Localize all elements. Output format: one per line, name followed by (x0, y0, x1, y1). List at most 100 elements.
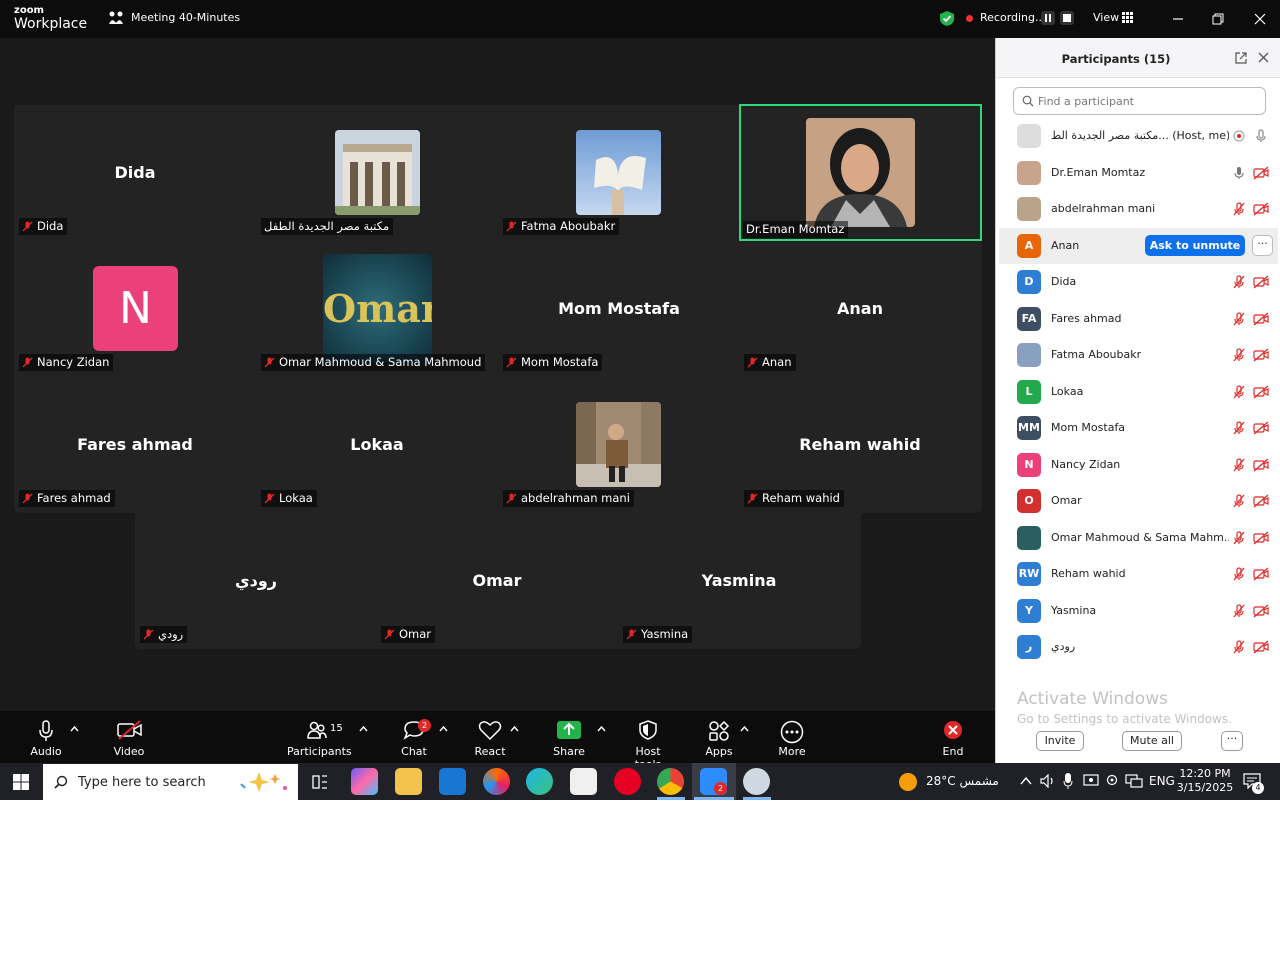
store-icon[interactable] (570, 768, 597, 795)
end-meeting-button[interactable]: End (936, 711, 970, 763)
weather-sun-icon[interactable] (899, 773, 917, 791)
react-options-chevron-icon[interactable] (510, 725, 519, 732)
close-panel-icon[interactable] (1258, 52, 1269, 63)
webcam-icon[interactable] (1105, 774, 1119, 788)
audio-button[interactable]: Audio (26, 711, 66, 763)
volume-icon[interactable] (1040, 774, 1056, 788)
video-off-icon[interactable] (1253, 202, 1269, 216)
mic-muted-icon[interactable] (1233, 348, 1245, 362)
paint-app-icon[interactable] (743, 768, 770, 795)
invite-button[interactable]: Invite (1036, 731, 1084, 751)
meeting-info-icon[interactable] (108, 10, 124, 26)
more-button[interactable]: More (774, 711, 810, 763)
file-explorer-icon[interactable] (395, 768, 422, 795)
display-icon[interactable] (1083, 774, 1099, 788)
chat-options-chevron-icon[interactable] (439, 725, 448, 732)
close-window-icon[interactable] (1250, 9, 1270, 29)
outlook-icon[interactable] (439, 768, 466, 795)
participant-row[interactable]: RW Reham wahid (999, 556, 1278, 592)
participant-row[interactable]: A Anan Ask to unmute ··· (999, 227, 1278, 264)
mic-muted-icon[interactable] (1233, 457, 1245, 472)
host-tools-button[interactable]: Host tools (622, 711, 674, 771)
participant-row[interactable]: Dr.Eman Momtaz (999, 155, 1278, 191)
mic-muted-icon[interactable] (1233, 384, 1245, 399)
mic-muted-icon[interactable] (1233, 567, 1245, 581)
mute-all-button[interactable]: Mute all (1122, 731, 1182, 751)
video-tile[interactable]: Reham wahid Reham wahid (740, 377, 980, 511)
video-off-icon[interactable] (1253, 531, 1269, 545)
participant-row[interactable]: مكتبة مصر الجديدة الط... (Host, me) (999, 118, 1278, 154)
host-mic-icon[interactable] (1255, 129, 1267, 143)
video-tile[interactable]: Mom Mostafa Mom Mostafa (499, 241, 739, 375)
audio-options-chevron-icon[interactable] (70, 725, 79, 732)
participant-row[interactable]: Omar Mahmoud & Sama Mahm... (999, 520, 1278, 556)
video-tile[interactable]: Lokaa Lokaa (257, 377, 497, 511)
ask-to-unmute-button[interactable]: Ask to unmute (1145, 234, 1245, 256)
minimize-icon[interactable] (1168, 9, 1188, 29)
view-button[interactable]: View (1093, 11, 1119, 24)
mic-muted-icon[interactable] (1233, 311, 1245, 326)
participant-row[interactable]: D Dida (999, 264, 1278, 300)
encryption-shield-icon[interactable] (939, 10, 955, 27)
restore-icon[interactable] (1208, 9, 1228, 29)
chat-button[interactable]: 2 Chat (398, 711, 431, 763)
video-off-icon[interactable] (1253, 640, 1269, 654)
video-tile[interactable]: abdelrahman mani (499, 377, 739, 511)
participant-row[interactable]: ر رودي (999, 629, 1278, 665)
video-tile[interactable]: رودي رودي (136, 513, 376, 647)
participant-row[interactable]: L Lokaa (999, 374, 1278, 410)
video-off-icon[interactable] (1253, 567, 1269, 581)
participant-row[interactable]: abdelrahman mani (999, 191, 1278, 227)
video-tile[interactable]: Yasmina Yasmina (619, 513, 859, 647)
chrome-icon[interactable] (657, 768, 684, 795)
participant-search-input[interactable]: Find a participant (1013, 87, 1266, 115)
mic-muted-icon[interactable] (1233, 202, 1245, 216)
firefox-icon[interactable] (483, 768, 510, 795)
pinterest-icon[interactable] (614, 768, 641, 795)
participants-button[interactable]: 15 Participants (287, 711, 352, 763)
apps-options-chevron-icon[interactable] (740, 725, 749, 732)
mic-in-use-icon[interactable] (1063, 773, 1073, 789)
participant-more-button[interactable]: ··· (1252, 234, 1273, 256)
windows-start-icon[interactable] (13, 774, 29, 790)
participant-row[interactable]: Y Yasmina (999, 593, 1278, 629)
mic-muted-icon[interactable] (1233, 494, 1245, 508)
copilot-app-icon[interactable] (351, 768, 378, 795)
stop-recording-button[interactable] (1060, 11, 1074, 25)
video-tile[interactable]: Omar Omar Mahmoud & Sama Mahmoud (257, 241, 497, 375)
edge-icon[interactable] (526, 768, 553, 795)
apps-button[interactable]: Apps (703, 711, 735, 763)
participants-options-chevron-icon[interactable] (359, 725, 368, 732)
mic-muted-icon[interactable] (1233, 530, 1245, 545)
participant-row[interactable]: FA Fares ahmad (999, 301, 1278, 337)
video-tile[interactable]: Anan Anan (740, 241, 980, 375)
clock[interactable]: 12:20 PM 3/15/2025 (1176, 767, 1234, 795)
weather-text[interactable]: 28°C مشمس (926, 774, 999, 788)
video-tile-active-speaker[interactable]: Dr.Eman Momtaz (739, 104, 982, 241)
video-off-icon[interactable] (1253, 348, 1269, 362)
pause-recording-button[interactable] (1041, 11, 1055, 25)
mic-muted-icon[interactable] (1233, 603, 1245, 618)
mic-muted-icon[interactable] (1233, 275, 1245, 289)
meeting-title[interactable]: Meeting 40-Minutes (131, 11, 240, 24)
video-off-icon[interactable] (1253, 166, 1269, 180)
participant-row[interactable]: Fatma Aboubakr (999, 337, 1278, 373)
participant-row[interactable]: O Omar (999, 483, 1278, 519)
mic-muted-icon[interactable] (1233, 421, 1245, 435)
react-button[interactable]: React (473, 711, 507, 763)
video-off-icon[interactable] (1253, 312, 1269, 326)
mic-muted-icon[interactable] (1233, 640, 1245, 654)
panel-more-button[interactable]: ··· (1221, 731, 1243, 751)
video-tile[interactable]: Fatma Aboubakr (499, 105, 739, 239)
network-icon[interactable] (1125, 774, 1143, 788)
share-screen-button[interactable]: Share (552, 711, 586, 763)
video-off-icon[interactable] (1253, 421, 1269, 435)
video-off-icon[interactable] (1253, 385, 1269, 399)
mic-on-icon[interactable] (1233, 166, 1245, 180)
pop-out-icon[interactable] (1235, 52, 1247, 64)
grid-view-icon[interactable] (1122, 12, 1133, 23)
participant-row[interactable]: MM Mom Mostafa (999, 410, 1278, 446)
participant-row[interactable]: N Nancy Zidan (999, 447, 1278, 483)
taskbar-search-input[interactable]: Type here to search (43, 764, 298, 800)
video-tile[interactable]: مكتبة مصر الجديدة الطفل (257, 105, 497, 239)
